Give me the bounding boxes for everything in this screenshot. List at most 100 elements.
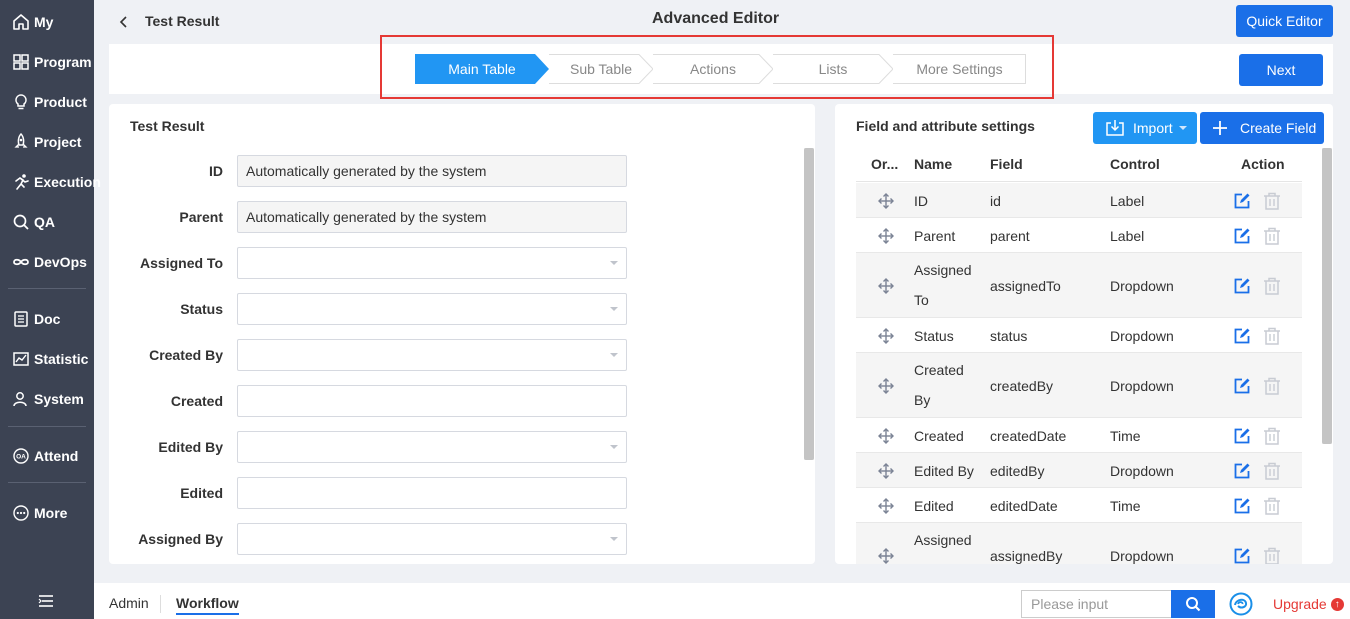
table-row[interactable]: ID id Label [856,183,1302,218]
cell-name: Status [914,327,954,344]
menu-toggle-icon[interactable] [37,592,55,610]
import-button[interactable]: Import [1093,112,1197,144]
sidebar-item-label: DevOps [34,254,87,270]
cell-field: id [990,192,1001,209]
cell-name-line [914,555,978,564]
sidebar-item-doc[interactable]: Doc [0,299,94,339]
document-icon [12,310,30,328]
edit-icon[interactable] [1233,192,1251,210]
caret-down-icon [610,261,618,265]
cell-name: Created By [914,355,978,415]
drag-move-icon[interactable] [877,192,895,210]
step-label: Sub Table [569,61,632,77]
table-scrollbar[interactable] [1322,148,1332,444]
quick-editor-button[interactable]: Quick Editor [1236,5,1333,37]
step-main-table[interactable]: Main Table [415,54,549,84]
table-row[interactable]: Assigned assignedBy Dropdown [856,523,1302,564]
infinity-icon [12,253,30,271]
edited-by-select[interactable] [237,431,627,463]
cell-name-line: By [914,392,931,408]
table-row[interactable]: Assigned To assignedTo Dropdown [856,253,1302,318]
step-lists[interactable]: Lists [773,54,893,84]
cell-field: assignedTo [990,277,1061,294]
drag-move-icon[interactable] [877,497,895,515]
trash-icon [1264,547,1280,564]
breadcrumb-title[interactable]: Test Result [145,13,219,29]
edit-icon[interactable] [1233,427,1251,445]
sidebar-item-project[interactable]: Project [0,122,94,162]
sidebar-item-label: Doc [34,311,61,327]
cell-name: Parent [914,227,956,244]
footer-tab-workflow[interactable]: Workflow [176,595,239,615]
sidebar-item-system[interactable]: System [0,379,94,419]
table-row[interactable]: Parent parent Label [856,218,1302,253]
sidebar-item-program[interactable]: Program [0,42,94,82]
assigned-to-select[interactable] [237,247,627,279]
step-more-settings[interactable]: More Settings [893,54,1026,84]
table-row[interactable]: Created createdDate Time [856,418,1302,453]
caret-down-icon [610,445,618,449]
back-button[interactable] [116,12,132,32]
assigned-by-select[interactable] [237,523,627,555]
table-row[interactable]: Edited By editedBy Dropdown [856,453,1302,488]
table-row[interactable]: Edited editedDate Time [856,488,1302,523]
created-by-select[interactable] [237,339,627,371]
edit-icon[interactable] [1233,327,1251,345]
field-label: Created [170,393,223,409]
drag-move-icon[interactable] [877,377,895,395]
edit-icon[interactable] [1233,547,1251,565]
cell-control: Dropdown [1110,277,1174,294]
cell-control: Label [1110,192,1145,209]
next-button[interactable]: Next [1239,54,1323,86]
drag-move-icon[interactable] [877,547,895,565]
edited-input[interactable] [237,477,627,509]
drag-move-icon[interactable] [877,327,895,345]
sidebar-item-attend[interactable]: OA Attend [0,436,94,476]
edit-icon[interactable] [1233,462,1251,480]
created-input[interactable] [237,385,627,417]
drag-move-icon[interactable] [877,462,895,480]
form-row-edited-by: Edited By [109,431,629,463]
form-scrollbar-thumb[interactable] [804,148,814,460]
cell-field: editedDate [990,497,1058,514]
edit-icon[interactable] [1233,497,1251,515]
svg-text:OA: OA [16,454,26,461]
search-input[interactable] [1021,590,1172,618]
step-sub-table[interactable]: Sub Table [549,54,653,84]
drag-move-icon[interactable] [877,277,895,295]
table-scrollbar-thumb[interactable] [1322,148,1332,444]
sidebar-item-qa[interactable]: QA [0,202,94,242]
edit-icon[interactable] [1233,277,1251,295]
field-label: Created By [149,347,223,363]
lightbulb-icon [12,93,30,111]
search-button[interactable] [1171,590,1215,618]
cell-control: Dropdown [1110,377,1174,394]
drag-move-icon[interactable] [877,227,895,245]
table-row[interactable]: Created By createdBy Dropdown [856,353,1302,418]
drag-move-icon[interactable] [877,427,895,445]
create-field-button[interactable]: Create Field [1200,112,1324,144]
step-label: Lists [818,61,848,77]
sidebar-item-devops[interactable]: DevOps [0,242,94,282]
footer-tab-admin[interactable]: Admin [109,595,149,611]
sidebar-item-product[interactable]: Product [0,82,94,122]
sidebar-item-label: Attend [34,448,79,464]
home-icon [12,13,30,31]
table-row[interactable]: Status status Dropdown [856,318,1302,353]
field-label: Edited [180,485,223,501]
edit-icon[interactable] [1233,377,1251,395]
chat-icon[interactable] [1229,592,1253,616]
sidebar-item-execution[interactable]: Execution [0,162,101,202]
step-actions[interactable]: Actions [653,54,773,84]
page-scrollbar[interactable] [1344,0,1350,583]
sidebar-item-more[interactable]: More [0,493,94,533]
upgrade-link[interactable]: Upgrade ↑ [1273,596,1344,612]
status-select[interactable] [237,293,627,325]
sidebar-item-statistic[interactable]: Statistic [0,339,94,379]
form-scrollbar[interactable] [804,148,814,460]
caret-down-icon [610,537,618,541]
sidebar-item-my[interactable]: My [0,2,94,42]
sidebar-divider [8,426,86,427]
edit-icon[interactable] [1233,227,1251,245]
form-row-assigned-by: Assigned By [109,523,629,555]
